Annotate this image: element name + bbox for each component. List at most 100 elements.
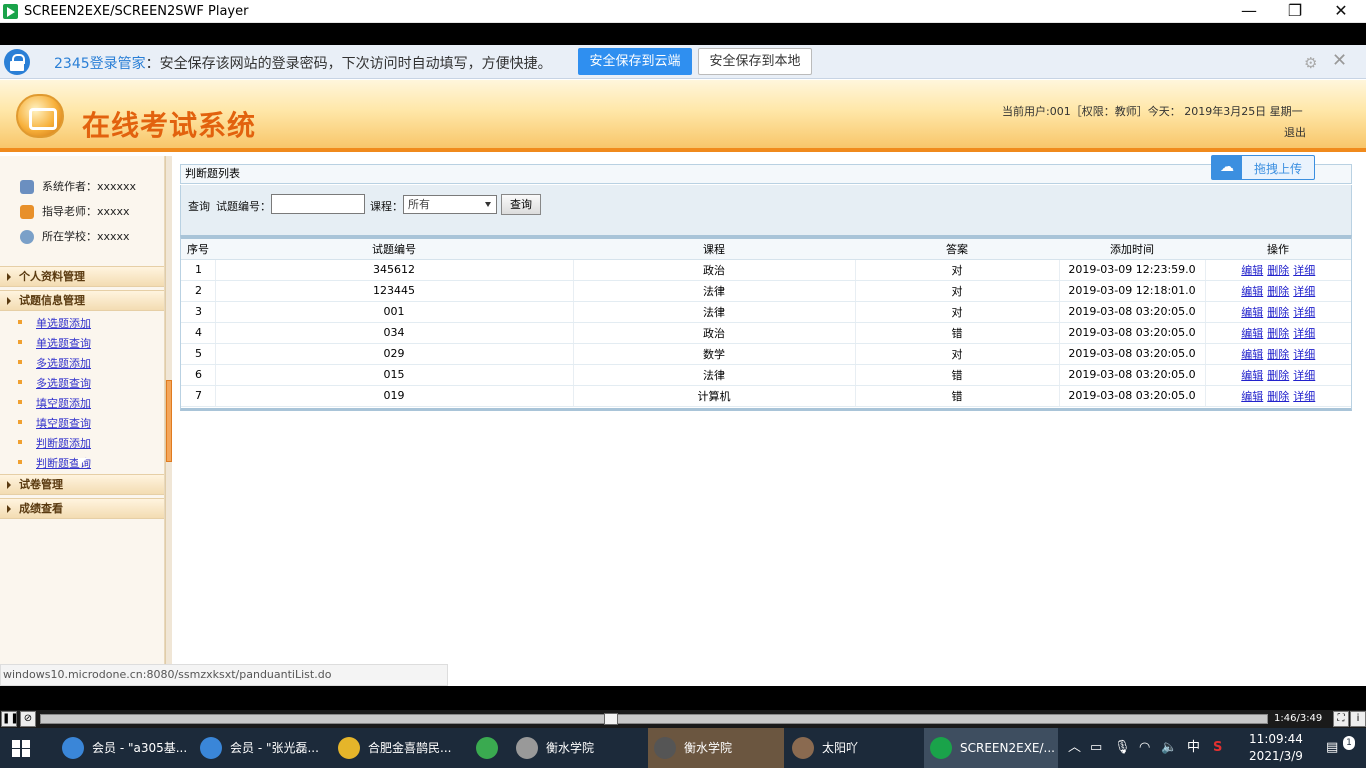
taskbar-item-label: SCREEN2EXE/...	[960, 741, 1055, 755]
cell-course: 法律	[573, 280, 856, 302]
minimize-button[interactable]: —	[1226, 0, 1272, 23]
password-manager-brand[interactable]: 2345登录管家	[54, 56, 146, 72]
col-header-actions: 操作	[1205, 239, 1351, 260]
playback-time: 1:46/3:49	[1274, 713, 1323, 724]
app-icon	[792, 737, 814, 759]
detail-link[interactable]: 详细	[1293, 327, 1315, 340]
delete-link[interactable]: 删除	[1267, 390, 1289, 403]
school-icon	[20, 230, 34, 244]
edit-link[interactable]: 编辑	[1241, 285, 1263, 298]
detail-link[interactable]: 详细	[1293, 285, 1315, 298]
app-icon	[3, 4, 18, 19]
tray-overflow-icon[interactable]: ︿	[1068, 728, 1081, 768]
sidebar-item-single-query[interactable]: 单选题查询	[18, 335, 91, 351]
taskbar-item[interactable]: 会员 - "张光磊...	[194, 728, 328, 768]
sidebar-item-multi-query[interactable]: 多选题查询	[18, 375, 91, 391]
question-code-input[interactable]	[271, 194, 365, 214]
top-letterbox	[0, 23, 1366, 45]
cell-answer: 对	[855, 343, 1060, 365]
delete-link[interactable]: 删除	[1267, 327, 1289, 340]
fullscreen-button[interactable]: ⛶	[1333, 711, 1349, 727]
taskbar-item[interactable]: 会员 - "a305基...	[56, 728, 190, 768]
taskbar-item[interactable]: SCREEN2EXE/...	[924, 728, 1058, 768]
edit-link[interactable]: 编辑	[1241, 327, 1263, 340]
table-row: 3 001 法律对 2019-03-08 03:20:05.0 编辑 删除 详细	[181, 301, 1351, 323]
logout-link[interactable]: 退出	[1284, 124, 1306, 140]
notification-icon[interactable]: ▤	[1326, 728, 1338, 768]
app-icon	[338, 737, 360, 759]
restore-button[interactable]: ❐	[1272, 0, 1318, 23]
gear-icon[interactable]: ⚙	[1304, 54, 1317, 72]
app-icon	[516, 737, 538, 759]
edit-link[interactable]: 编辑	[1241, 390, 1263, 403]
delete-link[interactable]: 删除	[1267, 264, 1289, 277]
cell-time: 2019-03-09 12:23:59.0	[1059, 259, 1206, 281]
sidebar-item-multi-add[interactable]: 多选题添加	[18, 355, 91, 371]
ime-indicator[interactable]: 中	[1187, 728, 1200, 768]
battery-icon[interactable]: ▭	[1090, 728, 1102, 768]
microphone-icon[interactable]: 🎙	[1114, 728, 1131, 768]
detail-link[interactable]: 详细	[1293, 348, 1315, 361]
detail-link[interactable]: 详细	[1293, 369, 1315, 382]
player-controls: ❚❚ ⊘ 1:46/3:49 ⛶ i	[0, 710, 1366, 728]
clock[interactable]: 11:09:44 2021/3/9	[1246, 731, 1306, 765]
close-button[interactable]: ✕	[1318, 0, 1364, 23]
cell-actions: 编辑 删除 详细	[1205, 364, 1351, 386]
query-button[interactable]: 查询	[501, 194, 541, 215]
info-button[interactable]: i	[1350, 711, 1366, 727]
delete-link[interactable]: 删除	[1267, 285, 1289, 298]
taskbar-item-label: 会员 - "a305基...	[92, 741, 188, 755]
sidebar-section-profile[interactable]: 个人资料管理	[0, 266, 164, 287]
sidebar-item-fill-add[interactable]: 填空题添加	[18, 395, 91, 411]
col-header-index: 序号	[181, 239, 215, 260]
edit-link[interactable]: 编辑	[1241, 306, 1263, 319]
sidebar-section-scores[interactable]: 成绩查看	[0, 498, 164, 519]
taskbar-item-label: 衡水学院	[546, 741, 595, 755]
delete-link[interactable]: 删除	[1267, 306, 1289, 319]
bottom-letterbox	[0, 686, 1366, 710]
table-row: 1 345612 政治对 2019-03-09 12:23:59.0 编辑 删除 详细	[181, 259, 1351, 281]
sidebar-item-single-add[interactable]: 单选题添加	[18, 315, 91, 331]
taskbar-item[interactable]	[470, 728, 506, 768]
edit-link[interactable]: 编辑	[1241, 264, 1263, 277]
list-title: 判断题列表	[180, 164, 1352, 184]
delete-link[interactable]: 删除	[1267, 369, 1289, 382]
sidebar-item-fill-query[interactable]: 填空题查询	[18, 415, 91, 431]
cell-index: 2	[181, 280, 216, 302]
taskbar-item[interactable]: 衡水学院	[648, 728, 784, 768]
taskbar-item[interactable]: 衡水学院	[510, 728, 644, 768]
delete-link[interactable]: 删除	[1267, 348, 1289, 361]
edit-link[interactable]: 编辑	[1241, 369, 1263, 382]
cell-actions: 编辑 删除 详细	[1205, 259, 1351, 281]
close-icon[interactable]: ✕	[1332, 50, 1347, 71]
cell-answer: 错	[855, 364, 1060, 386]
edit-link[interactable]: 编辑	[1241, 348, 1263, 361]
drag-upload-button[interactable]: ☁ 拖拽上传	[1211, 155, 1315, 180]
save-to-cloud-button[interactable]: 安全保存到云端	[578, 48, 692, 75]
seek-thumb[interactable]	[604, 713, 618, 725]
cell-actions: 编辑 删除 详细	[1205, 343, 1351, 365]
sogou-icon[interactable]: S	[1213, 728, 1222, 768]
cell-code: 123445	[215, 280, 574, 302]
col-header-course: 课程	[573, 239, 855, 260]
taskbar-item[interactable]: 太阳吖	[786, 728, 920, 768]
pause-button[interactable]: ❚❚	[1, 711, 19, 727]
status-url: windows10.microdone.cn:8080/ssmzxksxt/pa…	[0, 664, 448, 686]
course-select[interactable]: 所有	[403, 195, 497, 214]
clock-date: 2021/3/9	[1249, 749, 1303, 763]
wifi-icon[interactable]: ◠	[1139, 728, 1150, 768]
sidebar-section-questions[interactable]: 试题信息管理	[0, 290, 164, 311]
seek-bar[interactable]	[40, 714, 1268, 724]
cell-time: 2019-03-09 12:18:01.0	[1059, 280, 1206, 302]
sidebar-splitter[interactable]	[165, 156, 172, 686]
windows-start-icon[interactable]	[12, 740, 30, 757]
sidebar-section-papers[interactable]: 试卷管理	[0, 474, 164, 495]
detail-link[interactable]: 详细	[1293, 264, 1315, 277]
stop-button[interactable]: ⊘	[20, 711, 36, 727]
detail-link[interactable]: 详细	[1293, 306, 1315, 319]
save-to-local-button[interactable]: 安全保存到本地	[698, 48, 812, 75]
taskbar-item[interactable]: 合肥金喜鹊民...	[332, 728, 466, 768]
detail-link[interactable]: 详细	[1293, 390, 1315, 403]
sidebar-item-judge-add[interactable]: 判断题添加	[18, 435, 91, 451]
volume-icon[interactable]: 🔈	[1161, 728, 1177, 768]
